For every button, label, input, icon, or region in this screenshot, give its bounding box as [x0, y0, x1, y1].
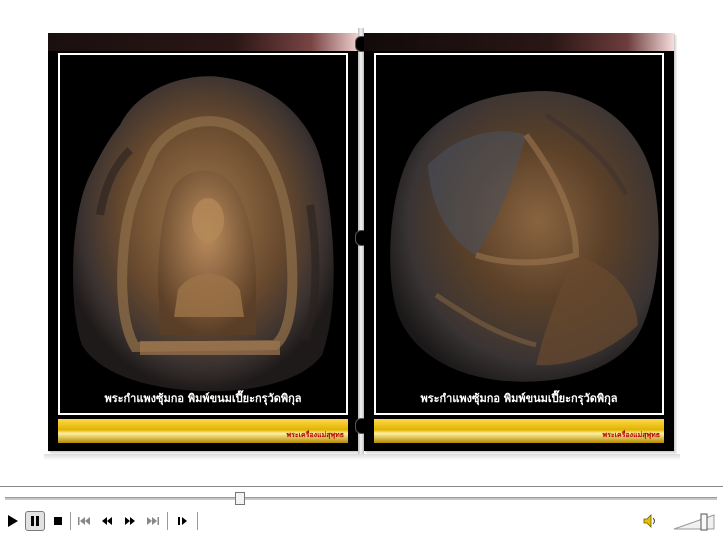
mute-button[interactable] — [640, 511, 660, 531]
media-viewport: พระกำแพงซุ้มกอ พิมพ์ขนมเปี๊ยะกรุวัดพิกุล… — [0, 0, 723, 487]
play-button[interactable] — [3, 511, 23, 531]
right-page-caption: พระกำแพงซุ้มกอ พิมพ์ขนมเปี๊ยะกรุวัดพิกุล — [420, 392, 618, 405]
play-icon — [8, 515, 18, 527]
right-page-header-band — [364, 33, 674, 51]
next-button[interactable] — [143, 511, 163, 531]
skip-back-icon — [78, 517, 90, 525]
pause-button[interactable] — [25, 511, 45, 531]
amulet-back-image — [390, 91, 659, 382]
control-separator — [70, 512, 71, 530]
pause-icon — [31, 516, 39, 526]
rewind-button[interactable] — [97, 511, 117, 531]
fast-forward-button[interactable] — [120, 511, 140, 531]
frame-step-button[interactable] — [173, 511, 193, 531]
frame-step-icon — [178, 517, 187, 525]
amulet-front-image — [72, 76, 334, 392]
stop-icon — [54, 517, 62, 525]
right-page-signature: พระเครื่องแม่สุพุทธ — [602, 431, 661, 439]
seek-thumb[interactable] — [234, 492, 245, 505]
control-separator — [167, 512, 168, 530]
left-page-header-band — [48, 33, 358, 51]
book-shadow — [44, 454, 680, 460]
amulet-back-photo: พระกำแพงซุ้มกอ พิมพ์ขนมเปี๊ยะกรุวัดพิกุล — [374, 53, 664, 415]
volume-slider[interactable] — [672, 511, 716, 531]
rewind-icon — [102, 517, 112, 525]
previous-button[interactable] — [74, 511, 94, 531]
fast-forward-icon — [125, 517, 135, 525]
speaker-icon — [643, 514, 655, 528]
volume-thumb[interactable] — [700, 513, 708, 531]
player-controls — [0, 487, 723, 536]
control-separator — [197, 512, 198, 530]
seek-bar[interactable] — [5, 497, 717, 500]
stop-button[interactable] — [48, 511, 68, 531]
right-page: พระกำแพงซุ้มกอ พิมพ์ขนมเปี๊ยะกรุวัดพิกุล… — [364, 33, 674, 451]
left-page-signature: พระเครื่องแม่สุพุทธ — [286, 431, 345, 439]
skip-forward-icon — [147, 517, 159, 525]
amulet-front-photo: พระกำแพงซุ้มกอ พิมพ์ขนมเปี๊ยะกรุวัดพิกุล — [58, 53, 348, 415]
left-page-caption: พระกำแพงซุ้มกอ พิมพ์ขนมเปี๊ยะกรุวัดพิกุล — [104, 392, 302, 405]
photo-book: พระกำแพงซุ้มกอ พิมพ์ขนมเปี๊ยะกรุวัดพิกุล… — [42, 28, 682, 460]
left-page: พระกำแพงซุ้มกอ พิมพ์ขนมเปี๊ยะกรุวัดพิกุล… — [48, 33, 358, 451]
